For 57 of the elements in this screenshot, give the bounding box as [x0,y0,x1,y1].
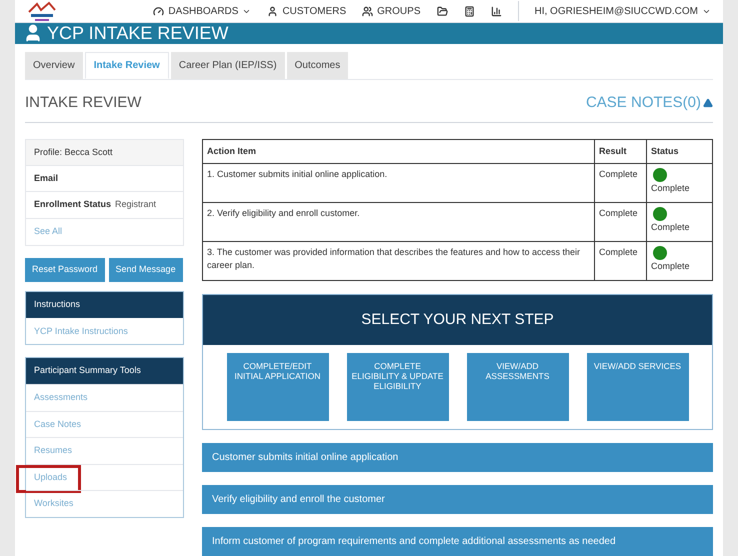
column-header: Status [646,140,712,164]
table-cell: Complete [594,242,646,280]
status-label: Enrollment Status [34,198,112,212]
groups-icon [362,6,374,17]
email-label: Email [26,166,183,192]
tool-link[interactable]: Uploads [34,470,68,484]
table-cell: 3. The customer was provided information that describes the features and how to access their career plan. [202,242,594,280]
next-step-button[interactable]: VIEW/ADD ASSESSMENTS [466,353,568,421]
tool-link[interactable]: Worksites [34,497,74,510]
nav-link[interactable]: GROUPS [362,4,420,19]
nav-link[interactable]: DASHBOARDS [153,4,252,19]
profile-name: Profile: Becca Scott [26,140,183,166]
step-bar[interactable]: Inform customer of program requirements and complete additional assessments as needed [202,527,713,556]
case-notes-link[interactable]: CASE NOTES(0) [586,92,713,114]
logo-icon[interactable] [27,0,57,22]
collapse-icon [703,98,713,108]
tab[interactable]: Intake Review [84,52,169,78]
customers-icon [267,6,278,17]
table-cell: 2. Verify eligibility and enroll customer. [202,202,594,242]
nav-link[interactable] [490,6,502,17]
nav-link[interactable] [436,6,448,17]
tab[interactable]: Overview [25,52,83,78]
panel-title: Participant Summary Tools [26,358,183,384]
table-cell: Complete [594,202,646,242]
status-value: Registrant [115,198,156,212]
folder-icon [436,6,448,17]
dashboards-icon [153,6,164,17]
see-all-link[interactable]: See All [34,225,62,239]
action-button[interactable]: Reset Password [25,258,105,282]
tool-link[interactable]: Assessments [34,391,88,404]
user-menu[interactable]: HI, OGRIESHEIM@SIUCCWD.COM [534,4,711,19]
table-cell: Complete [594,164,646,202]
status-text: Complete [651,260,691,273]
nav-link[interactable]: CUSTOMERS [267,4,346,19]
status-text: Complete [651,182,691,195]
section-title: INTAKE REVIEW [25,92,142,112]
tab[interactable]: Career Plan (IEP/ISS) [170,52,285,78]
panel-title: SELECT YOUR NEXT STEP [203,295,712,345]
nav-link[interactable] [464,6,474,17]
action-button[interactable]: Send Message [108,258,183,282]
table-cell: 1. Customer submits initial online application. [202,164,594,202]
status-text: Complete [651,221,691,234]
tool-link[interactable]: Case Notes [34,418,82,431]
next-step-button[interactable]: COMPLETE/EDIT INITIAL APPLICATION [226,353,328,421]
panel-title: Instructions [26,292,183,318]
step-bar[interactable]: Customer submits initial online application [202,443,713,472]
step-bar[interactable]: Verify eligibility and enroll the customer [202,485,713,514]
calculator-icon [464,6,474,17]
column-header: Action Item [202,140,594,164]
column-header: Result [594,140,646,164]
next-step-button[interactable]: VIEW/ADD SERVICES [586,353,688,421]
chart-icon [490,6,502,17]
next-step-button[interactable]: COMPLETE ELIGIBILITY & UPDATE ELIGIBILITY [346,353,448,421]
instruction-link[interactable]: YCP Intake Instructions [26,318,183,344]
tool-link[interactable]: Resumes [34,444,72,458]
page-header: YCP INTAKE REVIEW [15,23,723,44]
tab[interactable]: Outcomes [286,52,348,78]
